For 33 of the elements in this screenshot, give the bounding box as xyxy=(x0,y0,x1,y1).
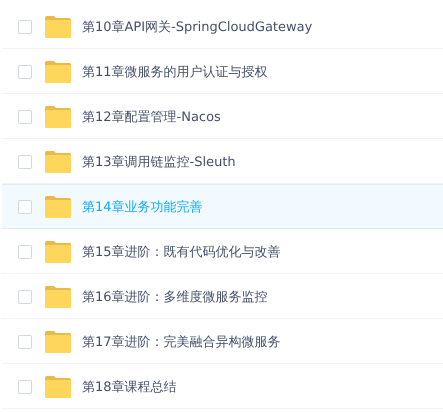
folder-name[interactable]: 第16章进阶：多维度微服务监控 xyxy=(82,288,268,306)
folder-icon xyxy=(45,150,71,172)
folder-icon xyxy=(45,16,71,38)
checkbox[interactable] xyxy=(18,380,32,394)
file-row[interactable]: 第11章微服务的用户认证与授权 xyxy=(2,49,443,94)
folder-name[interactable]: 第11章微服务的用户认证与授权 xyxy=(82,62,268,80)
folder-name[interactable]: 第15章进阶：既有代码优化与改善 xyxy=(82,242,281,260)
file-row[interactable]: 第16章进阶：多维度微服务监控 xyxy=(2,274,443,319)
file-row[interactable]: 第10章API网关-SpringCloudGateway xyxy=(2,4,443,49)
checkbox[interactable] xyxy=(18,334,32,348)
checkbox[interactable] xyxy=(18,64,32,78)
folder-name[interactable]: 第18章课程总结 xyxy=(82,378,177,396)
file-row[interactable]: 第18章课程总结 xyxy=(2,364,443,409)
folder-icon xyxy=(45,60,71,82)
checkbox[interactable] xyxy=(18,110,32,124)
folder-icon xyxy=(45,286,71,308)
folder-name[interactable]: 第17章进阶：完美融合异构微服务 xyxy=(82,332,281,350)
folder-name[interactable]: 第13章调用链监控-Sleuth xyxy=(82,152,236,170)
folder-icon xyxy=(45,330,71,352)
folder-icon xyxy=(45,196,71,218)
file-row[interactable]: 第15章进阶：既有代码优化与改善 xyxy=(2,229,443,274)
file-row[interactable]: 第17章进阶：完美融合异构微服务 xyxy=(2,319,443,364)
folder-icon xyxy=(45,376,71,398)
file-row[interactable]: 第12章配置管理-Nacos xyxy=(2,94,443,139)
checkbox[interactable] xyxy=(18,290,32,304)
checkbox[interactable] xyxy=(18,244,32,258)
folder-name[interactable]: 第10章API网关-SpringCloudGateway xyxy=(82,18,312,36)
checkbox[interactable] xyxy=(18,200,32,214)
checkbox[interactable] xyxy=(18,154,32,168)
folder-icon xyxy=(45,106,71,128)
folder-icon xyxy=(45,240,71,262)
checkbox[interactable] xyxy=(18,20,32,34)
folder-name[interactable]: 第12章配置管理-Nacos xyxy=(82,108,221,126)
